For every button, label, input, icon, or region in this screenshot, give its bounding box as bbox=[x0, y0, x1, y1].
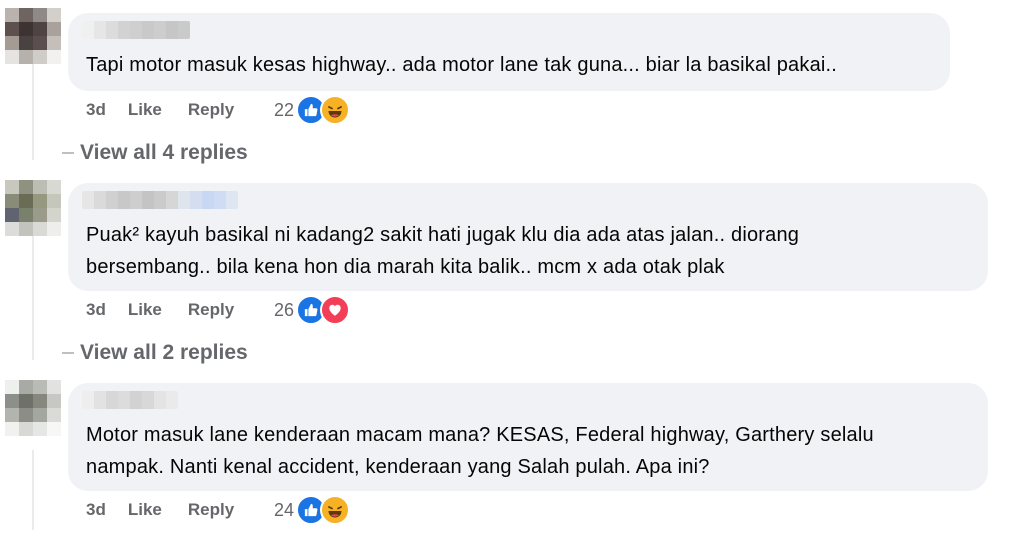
comment-bubble: Tapi motor masuk kesas highway.. ada mot… bbox=[68, 13, 950, 91]
reaction-summary[interactable]: 24 bbox=[274, 495, 351, 525]
reaction-count: 26 bbox=[274, 299, 295, 320]
haha-icon bbox=[320, 495, 351, 525]
like-button[interactable]: Like bbox=[128, 300, 162, 320]
commenter-name-blurred[interactable] bbox=[82, 21, 190, 39]
reply-connector bbox=[62, 152, 74, 154]
commenter-name-blurred[interactable] bbox=[82, 391, 178, 409]
comment-text: Motor masuk lane kenderaan macam mana? K… bbox=[86, 424, 874, 478]
haha-icon bbox=[320, 95, 351, 125]
view-replies-button[interactable]: View all 4 replies bbox=[62, 138, 248, 168]
comment-bubble: Motor masuk lane kenderaan macam mana? K… bbox=[68, 383, 988, 491]
comment-timestamp[interactable]: 3d bbox=[86, 500, 106, 520]
comment-actions: 3d Like Reply bbox=[86, 297, 234, 323]
thread-line bbox=[32, 234, 34, 360]
commenter-name-blurred[interactable] bbox=[82, 191, 238, 209]
avatar[interactable] bbox=[5, 180, 61, 236]
like-button[interactable]: Like bbox=[128, 100, 162, 120]
thread-line bbox=[32, 450, 34, 530]
view-replies-label: View all 2 replies bbox=[80, 341, 248, 364]
comment-text: Puak² kayuh basikal ni kadang2 sakit hat… bbox=[86, 224, 800, 278]
avatar[interactable] bbox=[5, 380, 61, 436]
comment-timestamp[interactable]: 3d bbox=[86, 100, 106, 120]
comment-actions: 3d Like Reply bbox=[86, 97, 234, 123]
reaction-count: 24 bbox=[274, 499, 295, 520]
reaction-count: 22 bbox=[274, 99, 295, 120]
comment-bubble: Puak² kayuh basikal ni kadang2 sakit hat… bbox=[68, 183, 988, 291]
love-icon bbox=[320, 295, 351, 325]
view-replies-label: View all 4 replies bbox=[80, 141, 248, 164]
reply-button[interactable]: Reply bbox=[188, 100, 234, 120]
comment-actions: 3d Like Reply bbox=[86, 497, 234, 523]
thread-line bbox=[32, 60, 34, 160]
comment-timestamp[interactable]: 3d bbox=[86, 300, 106, 320]
comment-text: Tapi motor masuk kesas highway.. ada mot… bbox=[86, 54, 838, 76]
reply-button[interactable]: Reply bbox=[188, 500, 234, 520]
reaction-summary[interactable]: 26 bbox=[274, 295, 351, 325]
reaction-summary[interactable]: 22 bbox=[274, 95, 351, 125]
like-button[interactable]: Like bbox=[128, 500, 162, 520]
view-replies-button[interactable]: View all 2 replies bbox=[62, 338, 248, 368]
avatar[interactable] bbox=[5, 8, 61, 64]
reply-connector bbox=[62, 352, 74, 354]
reply-button[interactable]: Reply bbox=[188, 300, 234, 320]
